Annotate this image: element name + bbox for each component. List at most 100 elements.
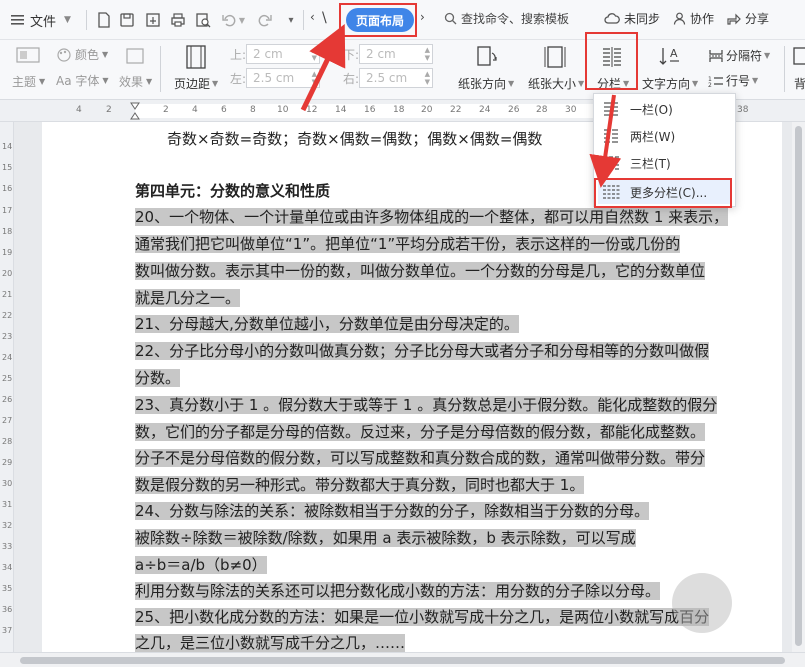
ruler-tick: 18 (393, 105, 405, 115)
selected-text-line: 利用分数与除法的关系还可以把分数化成小数的方法：用分数的分子除以分母。 (135, 582, 661, 600)
effects-button[interactable]: 效果 ▼ (119, 73, 152, 90)
effects-icon[interactable] (123, 46, 147, 66)
vruler-tick: 33 (2, 542, 13, 551)
undo-dropdown-icon[interactable]: ▼ (236, 9, 248, 31)
spinner-icon[interactable]: ▲ ▼ (312, 46, 317, 62)
spinner-icon[interactable]: ▲ ▼ (425, 70, 430, 86)
chevron-down-icon: ▼ (508, 79, 515, 88)
color-button[interactable]: 颜色 ▼ (56, 46, 108, 63)
margins-label: 页边距 (174, 77, 211, 91)
ruler-tick: 4 (192, 105, 198, 115)
menu-item-one-column[interactable]: 一栏(O) (598, 97, 732, 121)
paper-size-button[interactable]: 纸张大小 ▼ (528, 75, 584, 92)
print-icon[interactable] (167, 9, 189, 31)
margins-icon[interactable] (182, 44, 210, 70)
svg-text:A: A (670, 47, 678, 60)
indent-marker-icon[interactable] (130, 102, 140, 120)
vruler-tick: 15 (2, 163, 13, 172)
ruler-tick: 38 (737, 105, 749, 115)
save-icon[interactable] (116, 9, 138, 31)
ruler-tick: 24 (479, 105, 491, 115)
file-menu[interactable]: 文件 ▼ (10, 8, 71, 32)
ruler-tick: 12 (306, 105, 318, 115)
sync-status-button[interactable]: 未同步 (604, 10, 660, 27)
selected-text-line: 被除数÷除数＝被除数/除数，如果用 a 表示被除数，b 表示除数，可以写成 (135, 529, 636, 547)
ruler-tick: 2 (163, 105, 169, 115)
spinner-icon[interactable]: ▲ ▼ (425, 46, 430, 62)
scrollbar-thumb[interactable] (20, 657, 785, 664)
scrollbar-thumb[interactable] (795, 126, 802, 646)
customize-toolbar-icon[interactable]: ▾ (280, 9, 302, 31)
left-margin-input[interactable]: 2.5 cm ▲ ▼ (246, 68, 320, 88)
orientation-button[interactable]: 纸张方向 ▼ (458, 75, 514, 92)
separator-button[interactable]: 分隔符 ▼ (708, 47, 770, 64)
selected-text-line: 20、一个物体、一个计量单位或由许多物体组成的一个整体，都可以用自然数 1 来表… (135, 208, 729, 226)
background-button[interactable]: 背 (794, 75, 805, 92)
ruler-tick: 2 (106, 105, 112, 115)
three-columns-icon (602, 155, 620, 171)
line-numbers-button[interactable]: 12 行号 ▼ (708, 72, 758, 89)
right-margin-value: 2.5 cm (366, 71, 408, 85)
selected-text-line: 分数。 (135, 369, 181, 387)
background-label: 背 (794, 77, 805, 91)
divider (160, 46, 161, 92)
ribbon-page-layout: 主题 ▼ 颜色 ▼ Aa 字体 ▼ 效果 ▼ 页边距 ▼ 上: 2 cm ▲ ▼ 左: (0, 32, 805, 100)
share-button[interactable]: 分享 (727, 10, 769, 27)
vertical-ruler[interactable]: 14 15 16 17 18 19 20 21 22 23 24 25 26 2… (0, 122, 14, 652)
background-icon[interactable] (792, 46, 805, 66)
collaborate-button[interactable]: 协作 (673, 10, 714, 27)
font-button[interactable]: Aa 字体 ▼ (56, 72, 109, 89)
print-preview-icon[interactable] (192, 9, 214, 31)
vruler-tick: 28 (2, 437, 13, 446)
export-pdf-icon[interactable] (142, 9, 164, 31)
tab-scroll-right-icon[interactable]: › (420, 10, 425, 24)
chevron-down-icon: ▼ (146, 77, 153, 86)
line-numbers-icon: 12 (708, 74, 724, 88)
right-margin-input[interactable]: 2.5 cm ▲ ▼ (359, 68, 433, 88)
menu-item-three-columns[interactable]: 三栏(T) (598, 151, 732, 175)
vertical-scrollbar[interactable] (792, 122, 805, 652)
theme-button[interactable]: 主题 ▼ (12, 73, 45, 90)
chevron-down-icon: ▼ (752, 76, 759, 85)
redo-icon[interactable] (254, 9, 276, 31)
top-margin-label: 上: (230, 48, 247, 62)
horizontal-scrollbar[interactable] (0, 652, 805, 667)
ruler-tick: 22 (450, 105, 462, 115)
vruler-tick: 24 (2, 353, 13, 362)
new-doc-icon[interactable] (93, 9, 115, 31)
selected-text-line: 数叫做分数。表示其中一份的数，叫做分数单位。一个分数的分母是几，它的分数单位 (135, 262, 706, 280)
ruler-tick: 6 (221, 105, 227, 115)
doc-text-line: 奇数×奇数=奇数；奇数×偶数=偶数；偶数×偶数=偶数 (167, 130, 543, 148)
paper-size-icon[interactable] (541, 44, 569, 70)
left-margin-label: 左: (230, 72, 247, 86)
search-icon (444, 12, 457, 25)
text-direction-button[interactable]: 文字方向 ▼ (642, 75, 698, 92)
bottom-margin-input[interactable]: 2 cm ▲ ▼ (359, 44, 433, 64)
user-icon (673, 12, 686, 25)
chevron-down-icon: ▼ (64, 15, 71, 25)
orientation-icon[interactable] (473, 44, 501, 70)
vruler-tick: 19 (2, 248, 13, 257)
command-search[interactable]: 查找命令、搜索模板 (444, 10, 569, 27)
orientation-label: 纸张方向 (458, 77, 507, 91)
menu-item-label: 一栏(O) (630, 102, 673, 117)
margins-button[interactable]: 页边距 ▼ (174, 75, 218, 92)
theme-icon[interactable] (14, 46, 42, 64)
spinner-icon[interactable]: ▲ ▼ (312, 70, 317, 86)
vruler-tick: 22 (2, 311, 13, 320)
selected-text-line: 21、分母越大,分数单位越小，分数单位是由分母决定的。 (135, 315, 519, 333)
vruler-tick: 30 (2, 479, 13, 488)
title-menu-bar: 文件 ▼ ▼ ▾ ‹ \ 页面布局 › 查找命令、搜索模板 未同步 协作 分享 (0, 0, 805, 40)
paper-size-label: 纸张大小 (528, 77, 577, 91)
effects-label: 效果 (119, 75, 144, 89)
vruler-tick: 18 (2, 227, 13, 236)
top-margin-input[interactable]: 2 cm ▲ ▼ (246, 44, 320, 64)
menu-item-two-columns[interactable]: 两栏(W) (598, 124, 732, 148)
menu-item-label: 两栏(W) (630, 129, 676, 144)
menu-item-label: 三栏(T) (630, 156, 671, 171)
vruler-tick: 32 (2, 521, 13, 530)
ruler-tick: 26 (508, 105, 520, 115)
tab-scroll-left-icon[interactable]: ‹ (310, 10, 315, 24)
two-columns-icon (602, 128, 620, 144)
text-direction-icon[interactable]: A (656, 44, 684, 70)
